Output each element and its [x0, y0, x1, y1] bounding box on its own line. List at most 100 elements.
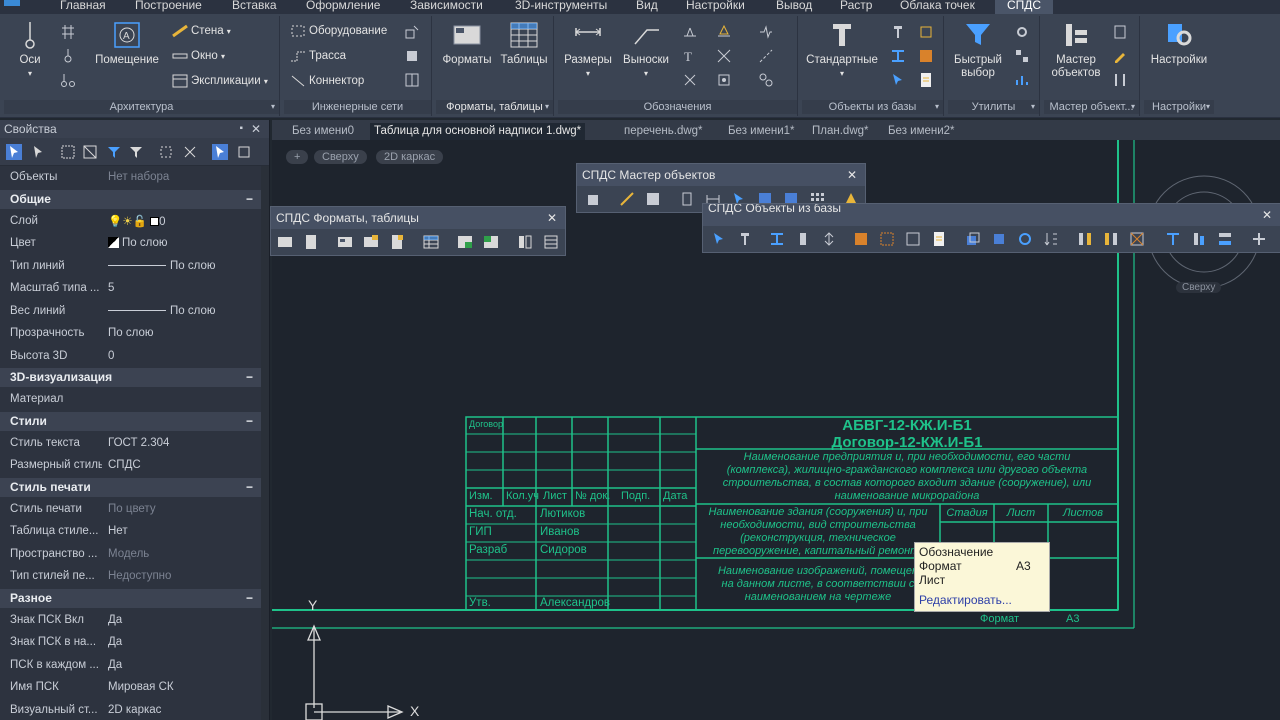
select-similar-icon[interactable]	[158, 144, 174, 160]
equipment-button[interactable]: Оборудование	[290, 22, 387, 40]
panel-title-formats-tables[interactable]: Форматы, таблицы ▾	[436, 100, 553, 114]
window-button[interactable]: Окно ▾	[172, 47, 225, 65]
select-objects-icon[interactable]	[6, 144, 22, 160]
prop-row-text-style[interactable]: Стиль текста ГОСТ 2.304	[0, 432, 269, 455]
utility-chart-icon[interactable]	[1014, 72, 1030, 88]
prop-row-linetype[interactable]: Тип линий По слою	[0, 255, 269, 278]
toolbar-db-objects-title[interactable]: СПДС Объекты из базы ✕	[703, 204, 1280, 226]
table-columns-icon[interactable]	[517, 234, 533, 250]
section-general[interactable]: Общие −	[0, 189, 261, 209]
format-page-icon[interactable]	[303, 234, 319, 250]
db-block-props-icon[interactable]	[905, 231, 921, 247]
wizard-insert-icon[interactable]	[585, 191, 601, 207]
dimensions-button[interactable]: Размеры ▾	[560, 20, 616, 80]
db-block-edit-icon[interactable]	[879, 231, 895, 247]
db-profile-icon[interactable]	[737, 231, 753, 247]
wizard-edit-icon[interactable]	[1112, 48, 1128, 64]
table-rows-icon[interactable]	[543, 234, 559, 250]
tab-3d-tools[interactable]: 3D-инструменты	[515, 0, 607, 14]
db-distribute-icon[interactable]	[1191, 231, 1207, 247]
toolbar-object-wizard-title[interactable]: СПДС Мастер объектов ✕	[577, 164, 865, 186]
db-block-icon[interactable]	[853, 231, 869, 247]
section-3d-visualization[interactable]: 3D-визуализация −	[0, 368, 261, 387]
window-select-icon[interactable]	[60, 144, 76, 160]
properties-scrollbar[interactable]	[261, 166, 269, 720]
utility-grid-icon[interactable]	[1014, 48, 1030, 64]
db-opening-icon[interactable]	[1129, 231, 1145, 247]
doc-tab-list[interactable]: перечень.dwg*	[620, 123, 707, 140]
prop-row-dim-style[interactable]: Размерный стиль СПДС	[0, 454, 269, 477]
section-mark-icon[interactable]	[682, 72, 698, 88]
db-stack-icon[interactable]	[1217, 231, 1233, 247]
axis-grid-icon[interactable]	[60, 24, 76, 40]
close-icon[interactable]: ✕	[847, 164, 857, 186]
network-node-icon[interactable]	[404, 48, 420, 64]
prop-row-ucs-name[interactable]: Имя ПСК Мировая СК	[0, 676, 269, 699]
leaders-button[interactable]: Выноски ▾	[618, 20, 674, 80]
pickadd-icon[interactable]	[212, 144, 228, 160]
close-icon[interactable]: ✕	[251, 120, 261, 138]
axis-line-icon[interactable]	[758, 48, 774, 64]
level-mark-icon[interactable]	[682, 24, 698, 40]
standard-button[interactable]: Стандартные ▾	[802, 20, 882, 80]
db-beam-icon[interactable]	[890, 48, 906, 64]
wizard-profile-icon[interactable]	[679, 191, 695, 207]
tables-button[interactable]: Таблицы	[496, 20, 552, 67]
panel-title-db-objects[interactable]: Объекты из базы ▾	[802, 100, 943, 114]
prop-row-layer[interactable]: Слой 💡☀🔓 0	[0, 210, 269, 233]
panel-title-wizard[interactable]: Мастер объект... ▾	[1044, 100, 1139, 114]
db-sheet-icon[interactable]	[918, 72, 934, 88]
db-sheet-icon[interactable]	[931, 231, 947, 247]
db-rotate-icon[interactable]	[1017, 231, 1033, 247]
db-cursor-icon[interactable]	[890, 72, 906, 88]
wizard-edit-icon[interactable]	[619, 191, 635, 207]
tab-annotate[interactable]: Оформление	[306, 0, 380, 14]
db-item-icon[interactable]	[918, 24, 934, 40]
close-icon[interactable]: ✕	[1262, 204, 1272, 226]
wizard-db-icon[interactable]	[1112, 24, 1128, 40]
room-button[interactable]: A Помещение	[92, 20, 162, 67]
panel-title-designations[interactable]: Обозначения	[558, 100, 797, 114]
section-styles[interactable]: Стили −	[0, 411, 261, 431]
db-profile-icon[interactable]	[890, 24, 906, 40]
db-beam-icon[interactable]	[769, 231, 785, 247]
wizard-save-icon[interactable]	[645, 191, 661, 207]
db-wall-right-icon[interactable]	[1103, 231, 1119, 247]
elevation-icon[interactable]	[716, 24, 732, 40]
tab-output[interactable]: Вывод	[776, 0, 812, 14]
settings-button[interactable]: Настройки	[1144, 20, 1214, 67]
tab-raster[interactable]: Растр	[840, 0, 872, 14]
viewcube-label[interactable]: Сверху	[1176, 282, 1222, 293]
network-edit-icon[interactable]	[404, 24, 420, 40]
panel-title-architecture[interactable]: Архитектура ▾	[4, 100, 279, 114]
format-stamp-icon[interactable]	[337, 234, 353, 250]
db-paste-icon[interactable]	[991, 231, 1007, 247]
db-copy-icon[interactable]	[965, 231, 981, 247]
hatch-icon[interactable]	[758, 72, 774, 88]
prop-row-space[interactable]: Пространство ... Модель	[0, 543, 269, 566]
trace-button[interactable]: Трасса	[290, 47, 346, 65]
connector-button[interactable]: Коннектор	[290, 72, 364, 90]
formats-button[interactable]: Форматы	[438, 20, 496, 67]
prop-row-objects[interactable]: Объекты Нет набора	[0, 166, 269, 189]
tab-insert[interactable]: Вставка	[232, 0, 277, 14]
quick-select-icon[interactable]	[106, 144, 122, 160]
tab-spds[interactable]: СПДС	[995, 0, 1054, 14]
prop-row-ucs-per-viewport[interactable]: ПСК в каждом ... Да	[0, 654, 269, 677]
tooltip-edit-link[interactable]: Редактировать...	[919, 593, 1012, 607]
tab-constraints[interactable]: Зависимости	[410, 0, 483, 14]
prop-row-linetype-scale[interactable]: Масштаб типа ... 5	[0, 277, 269, 300]
explication-button[interactable]: Экспликации ▾	[172, 72, 268, 90]
tab-settings[interactable]: Настройки	[686, 0, 745, 14]
wall-button[interactable]: Стена ▾	[172, 22, 231, 40]
pin-icon[interactable]: ▪	[239, 120, 243, 138]
prop-row-height-3d[interactable]: Высота 3D 0	[0, 345, 269, 368]
close-icon[interactable]: ✕	[547, 207, 557, 229]
prop-row-visual-style[interactable]: Визуальный ст... 2D каркас	[0, 699, 269, 720]
prop-row-material[interactable]: Материал	[0, 388, 269, 411]
prop-row-ucs-icon-origin[interactable]: Знак ПСК в на... Да	[0, 631, 269, 654]
db-block-icon[interactable]	[918, 48, 934, 64]
prop-row-lineweight[interactable]: Вес линий По слою	[0, 300, 269, 323]
prop-row-ucs-icon-on[interactable]: Знак ПСК Вкл Да	[0, 609, 269, 632]
cross-mark-icon[interactable]	[716, 48, 732, 64]
